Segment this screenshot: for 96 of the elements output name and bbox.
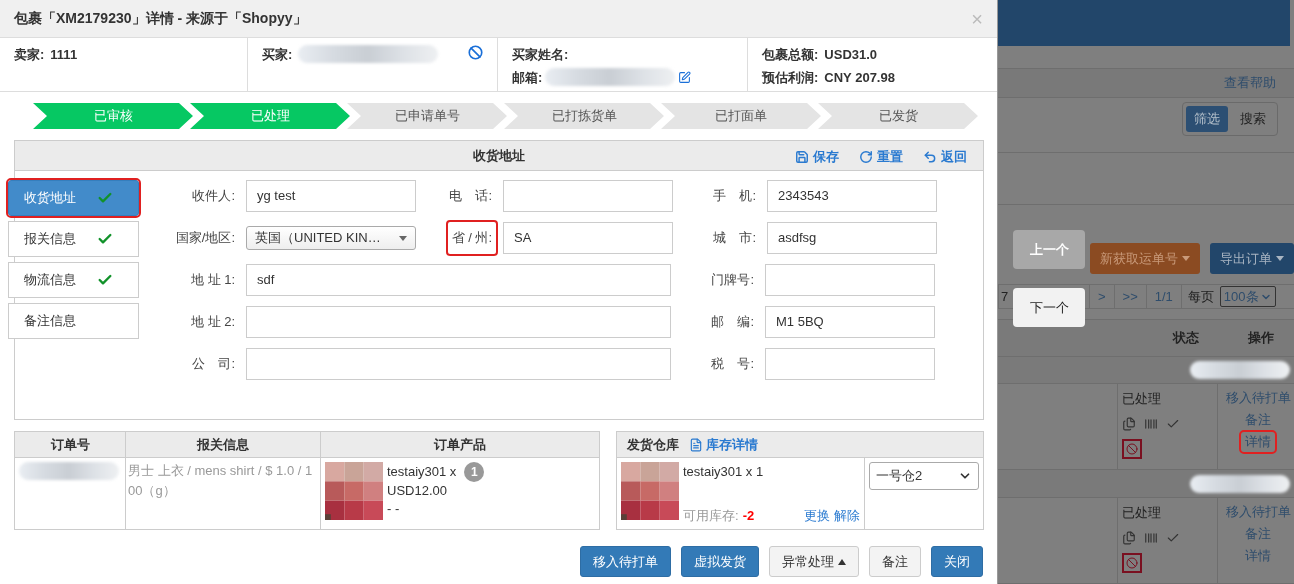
field-label: 电 话: xyxy=(448,187,493,205)
filter-tab[interactable]: 筛选 xyxy=(1186,105,1228,132)
progress-step: 已处理 xyxy=(190,103,350,129)
quantity-badge: 1 xyxy=(464,462,485,482)
product-name: testaiy301 x xyxy=(387,463,457,481)
seller-label: 卖家: xyxy=(14,46,45,64)
panel-action-link[interactable]: 返回 xyxy=(923,147,967,167)
column-header: 状态 xyxy=(1173,329,1199,348)
buyer-label: 买家: xyxy=(262,46,293,64)
buyer-name-label: 买家姓名: xyxy=(512,46,570,64)
dialog-title: 包裹「XM2179230」详情 - 来源于「Shopyy」 xyxy=(14,9,308,28)
per-page-label: 每页 xyxy=(1180,285,1220,308)
stock-value: -2 xyxy=(742,506,755,525)
warehouse-link[interactable]: 解除 xyxy=(834,505,860,525)
profit-label: 预估利润: xyxy=(762,68,819,87)
caret-icon xyxy=(1182,256,1190,262)
field-label: 城 市: xyxy=(712,229,757,247)
refresh-icon xyxy=(859,149,873,164)
caret-icon xyxy=(399,235,407,241)
profit-value: CNY 207.98 xyxy=(824,68,895,87)
nav-button[interactable]: 下一个 xyxy=(1013,288,1085,327)
product-extra: - - xyxy=(387,500,401,518)
stock-label: 可用库存: xyxy=(683,506,739,525)
field-label: 手 机: xyxy=(712,187,757,205)
action-button[interactable]: 新获取运单号 xyxy=(1090,243,1200,275)
footer-button[interactable]: 移入待打单 xyxy=(580,546,671,577)
record-count: 7 xyxy=(1000,287,1010,306)
input-field[interactable]: yg test xyxy=(246,180,416,212)
caret-icon xyxy=(838,558,846,565)
input-field[interactable]: 2343543 xyxy=(767,180,937,212)
edit-icon[interactable] xyxy=(678,70,692,84)
input-field[interactable] xyxy=(765,264,935,296)
panel-action-link[interactable]: 重置 xyxy=(859,147,903,167)
field-label: 门牌号: xyxy=(710,271,755,289)
footer-button[interactable]: 异常处理 xyxy=(769,546,859,577)
column-header: 报关信息 xyxy=(197,435,249,454)
footer-button[interactable]: 关闭 xyxy=(931,546,983,577)
barcode-icon xyxy=(1144,530,1158,545)
side-tab[interactable]: 备注信息 xyxy=(8,303,139,339)
caret-icon xyxy=(1276,256,1284,262)
copy-icon xyxy=(1122,416,1136,431)
warehouse-select[interactable]: 一号仓2 xyxy=(869,462,979,490)
footer-button[interactable]: 虚拟发货 xyxy=(681,546,759,577)
total-value: USD31.0 xyxy=(824,46,878,64)
field-label: 公 司: xyxy=(191,355,236,373)
copy-icon xyxy=(1122,530,1136,545)
field-label: 税 号: xyxy=(710,355,755,373)
progress-step: 已申请单号 xyxy=(347,103,507,129)
panel-title: 收货地址 xyxy=(473,146,525,165)
barcode-icon xyxy=(1144,416,1158,431)
seller-value: 1111 xyxy=(50,46,78,64)
footer-button[interactable]: 备注 xyxy=(869,546,921,577)
save-icon xyxy=(795,149,809,164)
column-header: 发货仓库 xyxy=(627,435,679,454)
progress-step: 已审核 xyxy=(33,103,193,129)
input-field[interactable] xyxy=(503,180,673,212)
input-field[interactable]: SA xyxy=(503,222,673,254)
column-header: 订单号 xyxy=(50,435,90,454)
side-tab[interactable]: 物流信息 xyxy=(8,262,139,298)
input-field[interactable]: M1 5BQ xyxy=(765,306,935,338)
side-tab[interactable]: 报关信息 xyxy=(8,221,139,257)
input-field[interactable] xyxy=(246,306,671,338)
country-select[interactable]: 英国（UNITED KIN… xyxy=(246,226,416,250)
warning-icon xyxy=(1122,438,1142,459)
field-label: 邮 编: xyxy=(710,313,755,331)
column-header: 操作 xyxy=(1248,329,1274,348)
input-field[interactable] xyxy=(246,348,671,380)
stock-details-link[interactable]: 库存详情 xyxy=(689,434,758,455)
panel-action-link[interactable]: 保存 xyxy=(795,147,839,167)
field-label: 国家/地区: xyxy=(174,229,236,247)
input-field[interactable]: sdf xyxy=(246,264,671,296)
progress-step: 已打拣货单 xyxy=(504,103,664,129)
customs-info: 男士 上衣 / mens shirt / $ 1.0 / 100（g） xyxy=(128,463,313,498)
side-tab[interactable]: 收货地址 xyxy=(8,180,139,216)
status-text: 已处理 xyxy=(1122,504,1162,522)
filter-tab[interactable]: 搜索 xyxy=(1232,105,1274,132)
progress-step: 已发货 xyxy=(818,103,978,129)
input-field[interactable] xyxy=(765,348,935,380)
total-label: 包裹总额: xyxy=(762,46,819,64)
email-label: 邮箱: xyxy=(512,68,543,87)
block-icon[interactable] xyxy=(468,45,483,60)
field-label: 地 址 2: xyxy=(189,313,236,331)
action-button[interactable]: 导出订单 xyxy=(1210,243,1294,275)
warehouse-link[interactable]: 更换 xyxy=(804,505,830,525)
back-arrow-icon xyxy=(923,149,937,164)
status-text: 已处理 xyxy=(1122,390,1162,409)
product-name: testaiy301 x 1 xyxy=(683,463,765,481)
field-label: 地 址 1: xyxy=(189,271,236,289)
field-label: 省 / 州: xyxy=(447,222,496,254)
column-header: 订单产品 xyxy=(434,435,486,454)
input-field[interactable]: asdfsg xyxy=(767,222,937,254)
document-icon xyxy=(689,437,703,452)
product-price: USD12.00 xyxy=(387,482,448,500)
field-label: 收件人: xyxy=(191,187,236,205)
warning-icon xyxy=(1122,552,1142,573)
progress-step: 已打面单 xyxy=(661,103,821,129)
